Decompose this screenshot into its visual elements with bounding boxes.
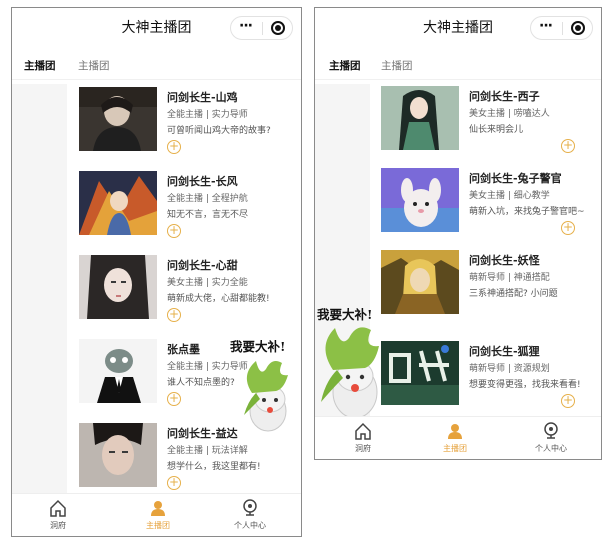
anchor-desc: 想学什么，我这里都有! — [167, 462, 261, 472]
nav-item-profile[interactable]: 个人中心 — [521, 421, 581, 454]
anchor-card[interactable]: 问剑长生-西子 美女主播 | 唠嗑达人 仙长来明会儿 + — [381, 86, 599, 162]
home-icon — [50, 499, 66, 517]
add-icon[interactable]: + — [561, 139, 575, 153]
anchor-avatar — [381, 86, 459, 150]
title-bar: 大神主播团 ··· — [315, 8, 601, 46]
anchor-desc: 萌新成大佬，心甜都能教! — [167, 294, 270, 304]
anchor-card[interactable]: 问剑长生-心甜 美女主播 | 实力全能 萌新成大佬，心甜都能教! + — [79, 255, 299, 331]
user-icon — [151, 501, 165, 516]
anchor-name: 张点墨 — [167, 343, 200, 356]
tab-anchor-team[interactable]: 主播团 — [78, 58, 110, 73]
anchor-desc: 萌新入坑，来找兔子警官吧~ — [469, 207, 585, 217]
mini-program-capsule: ··· — [530, 16, 593, 40]
anchor-name: 问剑长生-西子 — [469, 90, 540, 103]
anchor-tags: 美女主播 | 细心教学 — [469, 191, 550, 201]
anchor-avatar — [79, 255, 157, 319]
sidebar — [12, 84, 67, 494]
nav-label: 个人中心 — [234, 521, 266, 530]
anchor-desc: 想要变得更强，找我来看看! — [469, 380, 581, 390]
nav-item-anchor-team[interactable]: 主播团 — [425, 421, 485, 454]
phone-screen-right: 大神主播团 ··· 主播团 主播团 问剑长生-西子 美女主播 | 唠嗑达人 仙长… — [314, 7, 602, 460]
bottom-nav: 洞府 主播团 个人中心 — [12, 493, 301, 536]
anchor-card[interactable]: 问剑长生-兔子警官 美女主播 | 细心教学 萌新入坑，来找兔子警官吧~ + — [381, 168, 599, 244]
add-icon[interactable]: + — [167, 308, 181, 322]
more-icon[interactable]: ··· — [239, 18, 253, 34]
mascot-slogan: 我要大补! — [317, 307, 373, 322]
home-icon — [355, 422, 371, 440]
tab-anchor-team-active[interactable]: 主播团 — [24, 58, 56, 73]
tab-anchor-team-active[interactable]: 主播团 — [329, 58, 361, 73]
anchor-card[interactable]: 问剑长生-长风 全能主播 | 全程护航 知无不言，言无不尽 + — [79, 171, 299, 247]
add-icon[interactable]: + — [167, 140, 181, 154]
user-icon — [448, 424, 462, 439]
add-icon[interactable]: + — [561, 221, 575, 235]
tab-divider — [12, 79, 301, 80]
nav-label: 洞府 — [50, 521, 66, 530]
anchor-tags: 萌新导师 | 神通搭配 — [469, 273, 550, 283]
anchor-desc: 谁人不知点墨的? — [167, 378, 235, 388]
nav-item-anchor-team[interactable]: 主播团 — [128, 498, 188, 531]
anchor-name: 问剑长生-妖怪 — [469, 254, 540, 267]
anchor-name: 问剑长生-心甜 — [167, 259, 238, 272]
anchor-tags: 美女主播 | 实力全能 — [167, 278, 248, 288]
anchor-desc: 可曾听闻山鸡大帝的故事? — [167, 126, 271, 136]
tab-bar: 主播团 主播团 — [315, 56, 601, 78]
add-icon[interactable]: + — [167, 476, 181, 490]
nav-label: 个人中心 — [535, 444, 567, 453]
tab-bar: 主播团 主播团 — [12, 56, 301, 78]
profile-icon — [243, 499, 257, 516]
anchor-avatar — [79, 423, 157, 487]
mascot-icon[interactable] — [315, 322, 395, 422]
profile-icon — [544, 422, 558, 439]
anchor-tags: 全能主播 | 实力导师 — [167, 110, 248, 120]
title-bar: 大神主播团 ··· — [12, 8, 301, 46]
anchor-desc: 三系神通搭配? 小问题 — [469, 289, 558, 299]
anchor-tags: 全能主播 | 全程护航 — [167, 194, 248, 204]
anchor-card[interactable]: 问剑长生-妖怪 萌新导师 | 神通搭配 三系神通搭配? 小问题 — [381, 250, 599, 326]
nav-label: 主播团 — [443, 444, 467, 453]
anchor-card[interactable]: 问剑长生-山鸡 全能主播 | 实力导师 可曾听闻山鸡大帝的故事? + — [79, 87, 299, 163]
nav-label: 主播团 — [146, 521, 170, 530]
anchor-desc: 知无不言，言无不尽 — [167, 210, 249, 220]
add-icon[interactable]: + — [561, 394, 575, 408]
tab-divider — [315, 79, 601, 80]
anchor-desc: 仙长来明会儿 — [469, 125, 524, 135]
anchor-name: 问剑长生-长风 — [167, 175, 238, 188]
mini-program-capsule: ··· — [230, 16, 293, 40]
add-icon[interactable]: + — [167, 224, 181, 238]
more-icon[interactable]: ··· — [539, 18, 553, 34]
anchor-avatar — [381, 250, 459, 314]
anchor-name: 问剑长生-狐狸 — [469, 345, 540, 358]
nav-item-profile[interactable]: 个人中心 — [220, 498, 280, 531]
anchor-avatar — [79, 87, 157, 151]
capsule-divider — [562, 22, 563, 35]
anchor-tags: 全能主播 | 玩法详解 — [167, 446, 248, 456]
close-target-icon[interactable] — [271, 21, 285, 35]
nav-item-home[interactable]: 洞府 — [28, 498, 88, 531]
anchor-tags: 萌新导师 | 资源规划 — [469, 364, 550, 374]
add-icon[interactable]: + — [167, 392, 181, 406]
anchor-avatar — [381, 168, 459, 232]
anchor-name: 问剑长生-山鸡 — [167, 91, 238, 104]
phone-screen-left: 大神主播团 ··· 主播团 主播团 问剑长生-山鸡 全能主播 | 实力导师 可曾… — [11, 7, 302, 537]
anchor-avatar — [79, 339, 157, 403]
tab-anchor-team[interactable]: 主播团 — [381, 58, 413, 73]
close-target-icon[interactable] — [571, 21, 585, 35]
bottom-nav: 洞府 主播团 个人中心 — [315, 416, 601, 459]
anchor-avatar — [79, 171, 157, 235]
mascot-icon[interactable] — [226, 353, 300, 435]
anchor-name: 问剑长生-兔子警官 — [469, 172, 562, 185]
nav-item-home[interactable]: 洞府 — [333, 421, 393, 454]
anchor-card[interactable]: 问剑长生-狐狸 萌新导师 | 资源规划 想要变得更强，找我来看看! + — [381, 341, 599, 417]
nav-label: 洞府 — [355, 444, 371, 453]
anchor-tags: 美女主播 | 唠嗑达人 — [469, 109, 550, 119]
capsule-divider — [262, 22, 263, 35]
